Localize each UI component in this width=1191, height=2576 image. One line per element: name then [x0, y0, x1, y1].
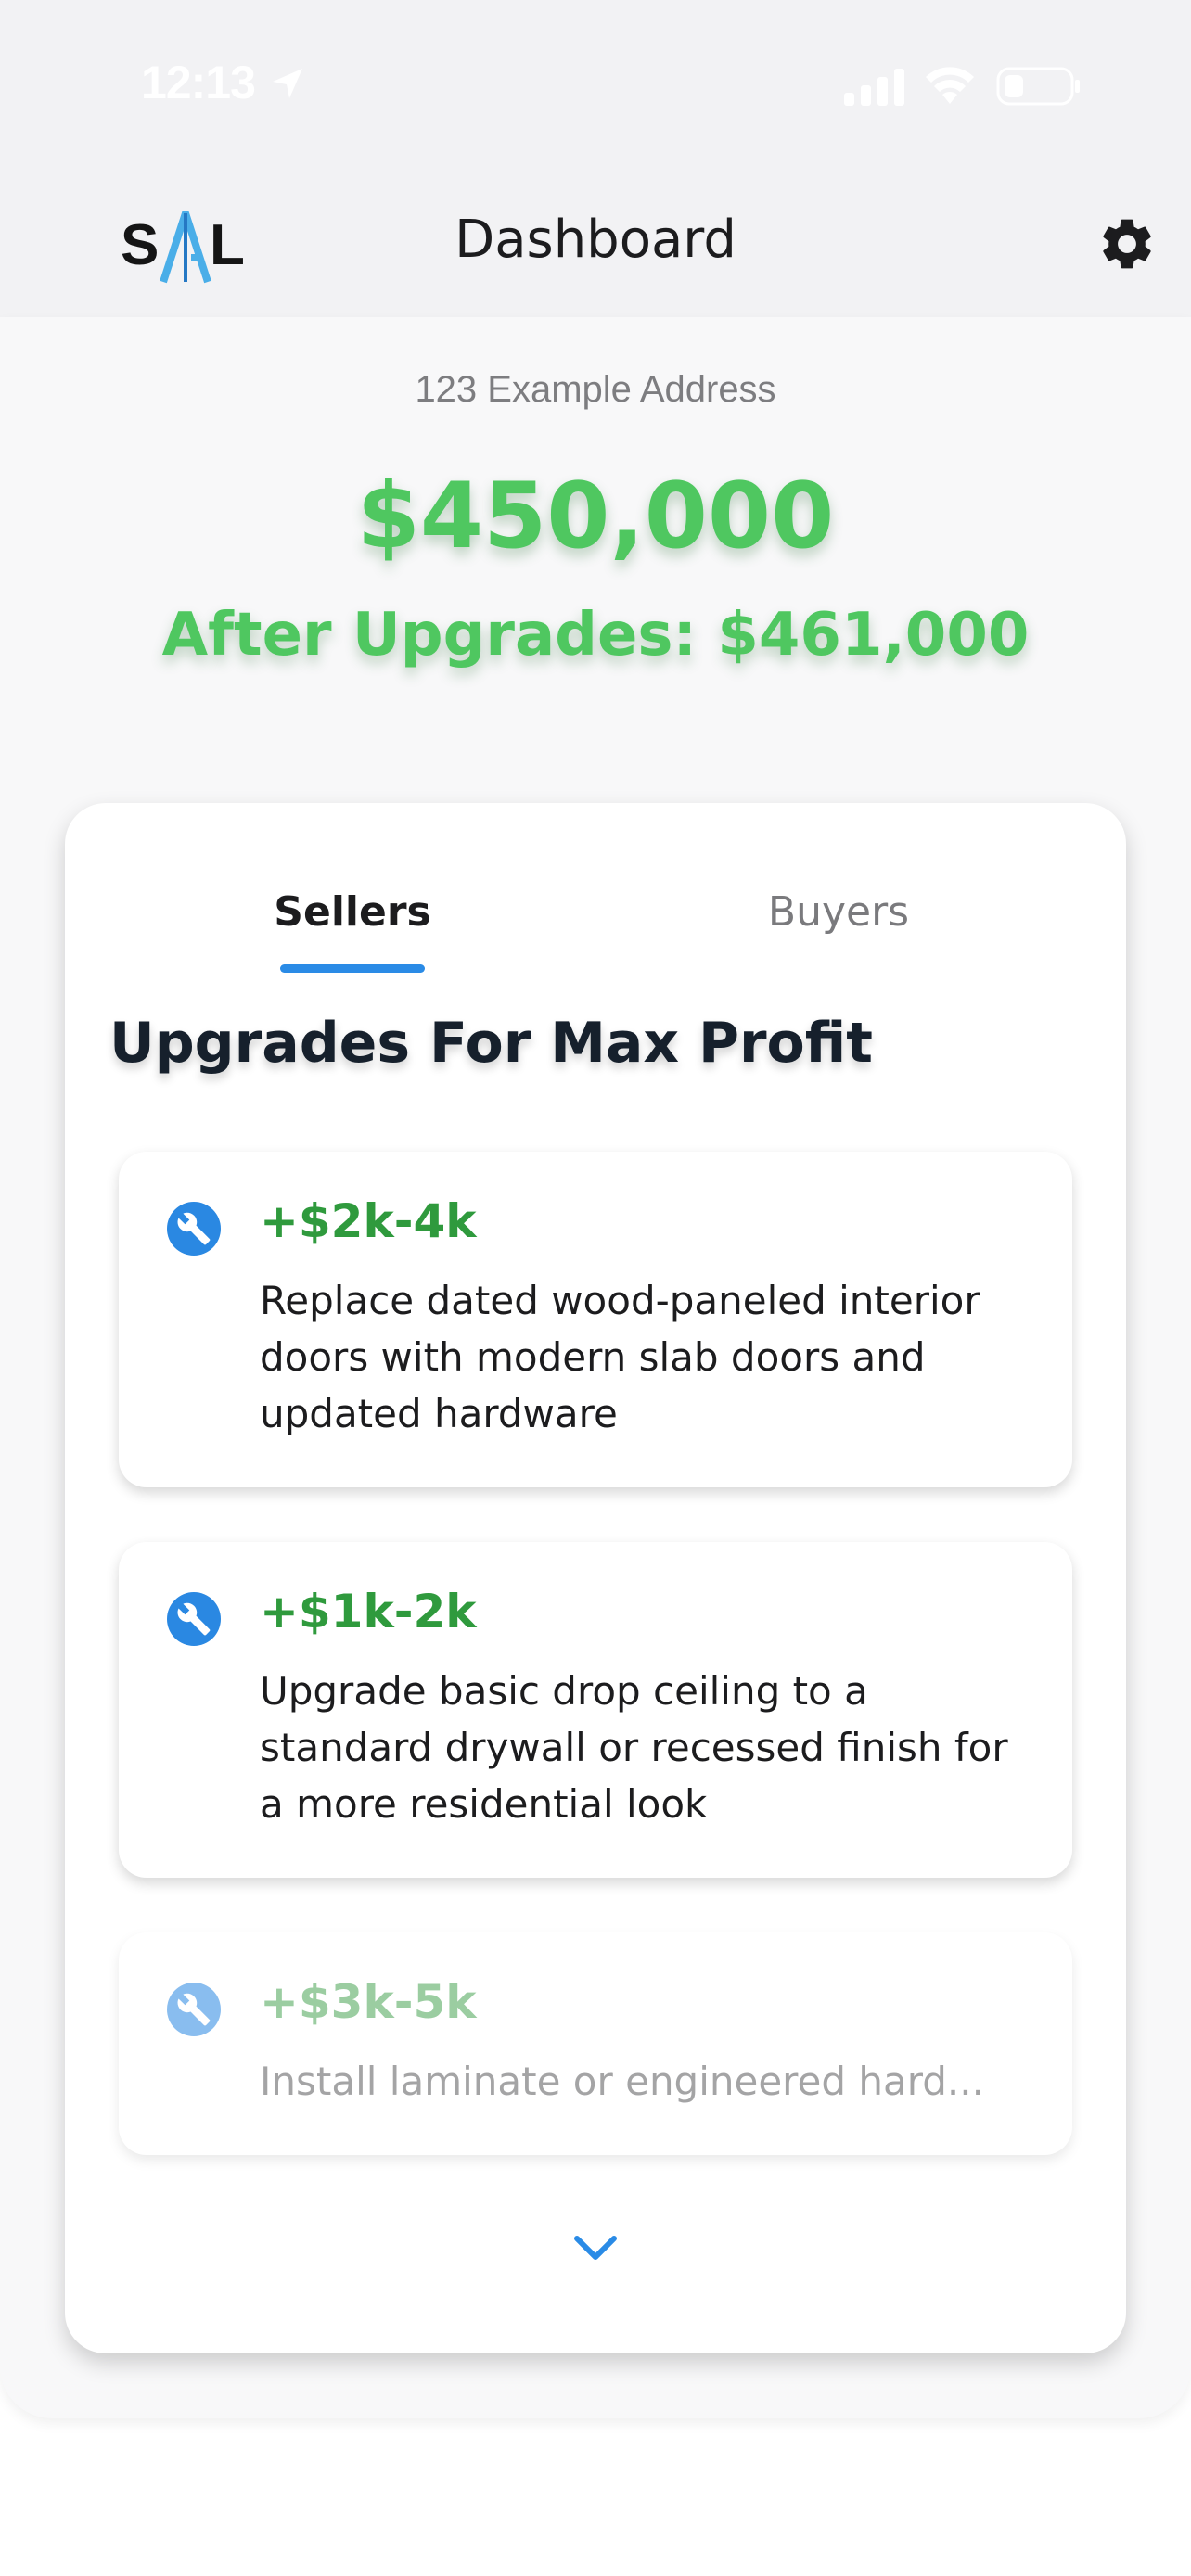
upgrade-card[interactable]: +$2k-4k Replace dated wood-paneled inter…: [119, 1152, 1072, 1487]
page-title: Dashboard: [455, 210, 736, 270]
after-upgrades-price: After Upgrades: $461,000: [161, 601, 1030, 670]
wrench-icon: [167, 1983, 221, 2036]
location-arrow-icon: [273, 69, 302, 98]
active-tab-indicator: [280, 964, 425, 973]
upgrade-description: Replace dated wood-paneled interior door…: [260, 1278, 980, 1436]
wrench-icon: [167, 1592, 221, 1646]
chevron-down-icon[interactable]: [568, 2227, 623, 2268]
property-address: 123 Example Address: [415, 369, 776, 410]
upgrade-card[interactable]: +$1k-2k Upgrade basic drop ceiling to a …: [119, 1542, 1072, 1878]
status-bar: 12:13: [0, 0, 1191, 176]
section-heading: Upgrades For Max Profit: [109, 1011, 873, 1076]
upgrade-description: Upgrade basic drop ceiling to a standard…: [260, 1668, 1008, 1827]
wifi-icon: [926, 67, 974, 104]
tab-buyers[interactable]: Buyers: [644, 875, 1033, 950]
wrench-icon: [167, 1202, 221, 1256]
upgrade-value: +$2k-4k: [260, 1194, 477, 1248]
tab-sellers[interactable]: Sellers: [158, 875, 547, 950]
cellular-signal-icon: [844, 69, 904, 106]
upgrade-value: +$1k-2k: [260, 1585, 477, 1639]
upgrade-description: Install laminate or engineered hard...: [260, 2059, 984, 2104]
gear-icon[interactable]: [1096, 213, 1158, 274]
property-price: $450,000: [356, 464, 835, 569]
status-time: 12:13: [141, 57, 256, 108]
battery-icon: [996, 67, 1080, 106]
upgrade-card[interactable]: +$3k-5k Install laminate or engineered h…: [119, 1932, 1072, 2155]
upgrade-value: +$3k-5k: [260, 1975, 477, 2029]
